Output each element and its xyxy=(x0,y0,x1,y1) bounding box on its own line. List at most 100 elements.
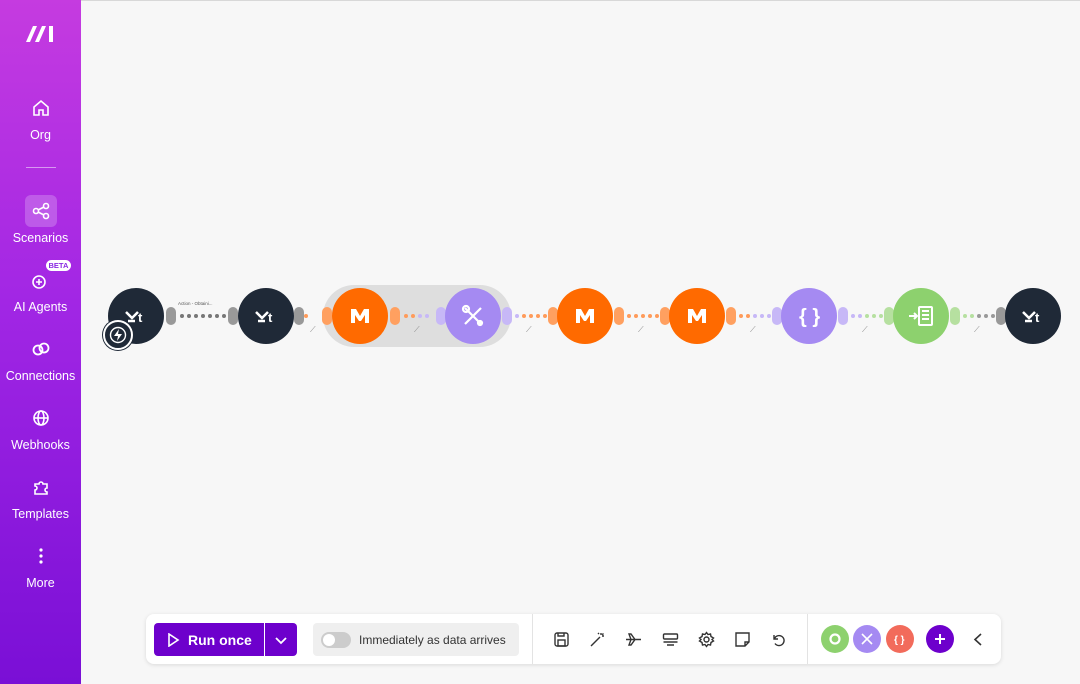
filter-label[interactable]: Action - Obtaini... xyxy=(178,301,213,306)
run-options-dropdown[interactable] xyxy=(265,623,297,656)
puzzle-icon xyxy=(25,471,57,503)
wrench-icon[interactable]: ⟋ xyxy=(862,325,868,335)
scenario-settings-button[interactable] xyxy=(695,628,717,650)
route-connector[interactable] xyxy=(963,314,995,318)
svg-text:t: t xyxy=(268,310,273,325)
sidebar-item-label: Org xyxy=(30,128,51,142)
sidebar-item-templates[interactable]: Templates xyxy=(0,471,81,521)
home-icon xyxy=(25,92,57,124)
collapse-toolbar-button[interactable] xyxy=(967,628,989,650)
add-module-button[interactable] xyxy=(926,625,954,653)
module-tally[interactable]: t xyxy=(238,288,294,344)
module-text-aggregator[interactable] xyxy=(893,288,949,344)
json-icon: { } xyxy=(894,635,905,646)
wrench-icon[interactable]: ⟋ xyxy=(750,325,756,335)
share-icon xyxy=(24,195,57,227)
route-connector[interactable] xyxy=(515,314,547,318)
route-connector[interactable] xyxy=(739,314,771,318)
favorite-tools[interactable] xyxy=(853,625,881,653)
gear-icon xyxy=(697,630,715,648)
module-handle xyxy=(294,307,304,325)
tally-icon: t xyxy=(1022,310,1040,325)
favorite-json[interactable]: { } xyxy=(886,625,914,653)
svg-text:t: t xyxy=(138,310,143,325)
instant-trigger-icon[interactable] xyxy=(103,320,133,350)
auto-align-button[interactable] xyxy=(586,628,608,650)
toolbar-divider xyxy=(532,614,533,664)
beta-badge: BETA xyxy=(45,260,72,271)
link-icon xyxy=(25,333,57,365)
module-handle xyxy=(950,307,960,325)
undo-button[interactable] xyxy=(767,628,789,650)
tools-icon xyxy=(861,633,873,645)
chevron-left-icon xyxy=(973,632,982,646)
module-handle xyxy=(726,307,736,325)
sidebar: Org Scenarios BETA AI Agents Connections… xyxy=(0,0,81,684)
module-make[interactable] xyxy=(332,288,388,344)
more-vertical-icon xyxy=(25,540,57,572)
plus-icon xyxy=(935,634,945,644)
route-connector[interactable] xyxy=(627,314,659,318)
explain-flow-button[interactable] xyxy=(622,628,644,650)
make-app-icon xyxy=(351,309,369,323)
sidebar-item-connections[interactable]: Connections xyxy=(0,333,81,383)
save-button[interactable] xyxy=(550,628,572,650)
wrench-icon[interactable]: ⟋ xyxy=(414,325,420,335)
module-handle xyxy=(228,307,238,325)
wrench-icon[interactable]: ⟋ xyxy=(310,325,316,335)
wrench-icon[interactable]: ⟋ xyxy=(974,325,980,335)
schedule-toggle[interactable] xyxy=(321,631,351,648)
json-icon: { } xyxy=(799,306,820,328)
toolbar-divider xyxy=(807,614,808,664)
notes-button[interactable] xyxy=(731,628,753,650)
favorite-flow-control[interactable] xyxy=(821,625,849,653)
chevron-down-icon xyxy=(275,636,287,644)
svg-text:t: t xyxy=(1035,310,1040,325)
sidebar-item-label: Scenarios xyxy=(12,231,69,245)
route-connector[interactable] xyxy=(851,314,883,318)
module-tools[interactable] xyxy=(445,288,501,344)
sidebar-item-org[interactable]: Org xyxy=(0,92,81,142)
run-once-button[interactable]: Run once xyxy=(154,623,264,656)
route-connector[interactable] xyxy=(304,314,308,318)
save-icon xyxy=(553,631,569,647)
module-handle xyxy=(166,307,176,325)
airplane-icon xyxy=(625,632,641,646)
layout-icon xyxy=(662,632,678,646)
sidebar-item-more[interactable]: More xyxy=(0,540,81,590)
tally-icon: t xyxy=(255,310,273,325)
make-logo[interactable] xyxy=(24,22,58,46)
wrench-icon[interactable]: ⟋ xyxy=(526,325,532,335)
play-icon xyxy=(168,632,180,647)
sidebar-item-ai-agents[interactable]: BETA AI Agents xyxy=(0,260,81,314)
module-make[interactable] xyxy=(669,288,725,344)
undo-icon xyxy=(772,634,785,646)
sidebar-item-label: Templates xyxy=(12,507,69,521)
sidebar-item-webhooks[interactable]: Webhooks xyxy=(0,402,81,452)
sidebar-divider xyxy=(26,167,56,168)
note-icon xyxy=(734,631,750,647)
make-app-icon xyxy=(688,309,706,323)
magic-wand-icon xyxy=(590,632,604,646)
route-connector[interactable] xyxy=(404,314,429,318)
module-make[interactable] xyxy=(557,288,613,344)
module-handle xyxy=(838,307,848,325)
layout-button[interactable] xyxy=(659,628,681,650)
module-tally[interactable]: t xyxy=(1005,288,1061,344)
svg-text:{ }: { } xyxy=(894,635,905,646)
sidebar-item-scenarios[interactable]: Scenarios xyxy=(0,195,81,245)
tools-icon xyxy=(461,304,484,327)
svg-text:{ }: { } xyxy=(799,306,820,328)
sidebar-item-label: Connections xyxy=(5,369,76,383)
module-json[interactable]: { } xyxy=(781,288,837,344)
schedule-label: Immediately as data arrives xyxy=(359,632,506,647)
sidebar-item-label: AI Agents xyxy=(13,300,68,314)
module-handle xyxy=(614,307,624,325)
wrench-icon[interactable]: ⟋ xyxy=(638,325,644,335)
module-handle xyxy=(502,307,512,325)
sidebar-item-label: Webhooks xyxy=(11,438,70,452)
module-handle xyxy=(390,307,400,325)
route-connector[interactable] xyxy=(180,314,226,318)
gear-small-icon xyxy=(829,633,841,645)
schedule-setting[interactable]: Immediately as data arrives xyxy=(313,623,519,656)
